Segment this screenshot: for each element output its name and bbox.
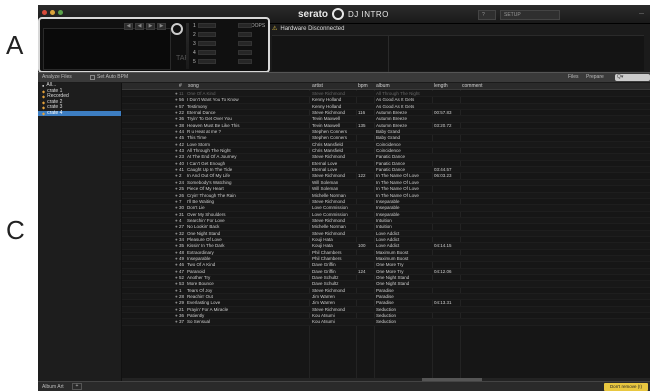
column-header-song[interactable]: song — [188, 83, 199, 90]
close-window-button[interactable] — [42, 10, 47, 15]
crate-sidebar: ● All... ◆ crate 1 ◆ Recorded ◆ crate 2 ◆ cra… — [38, 82, 122, 381]
brand-name: serato — [298, 8, 329, 20]
set-auto-bpm-label: Set Auto BPM — [97, 74, 129, 80]
window-controls — [42, 10, 63, 15]
prepare-button[interactable]: Prepare — [586, 74, 604, 80]
table-header: # song artist bpm album length comment — [122, 83, 650, 90]
forward-icon[interactable]: ▶ — [146, 23, 155, 30]
loop-slot-number: 1 — [193, 23, 196, 29]
warning-icon: ⚠ — [272, 26, 278, 32]
loop-toggle[interactable] — [238, 32, 252, 37]
serato-logo-icon — [332, 8, 345, 20]
loop-slot[interactable] — [198, 23, 216, 28]
files-button[interactable]: Files — [568, 74, 579, 80]
library-toolbar: Analyze Files Set Auto BPM Files Prepare… — [38, 72, 650, 82]
help-button[interactable]: ? — [478, 10, 496, 20]
loop-toggle[interactable] — [238, 59, 252, 64]
loop-slot[interactable] — [198, 32, 216, 37]
analyze-files-button[interactable]: Analyze Files — [42, 74, 72, 80]
table-row[interactable]: ● 37 So Sensual Kou Atsumi Seduction — [122, 319, 650, 326]
warning-badge: Don't remove (!) — [604, 383, 648, 391]
bottom-bar: Album Art + Don't remove (!) — [38, 381, 650, 391]
column-header-length[interactable]: length — [434, 83, 448, 90]
loop-slot-number: 3 — [193, 41, 196, 47]
loop-slot-number: 4 — [193, 50, 196, 56]
app-brand: serato DJ INTRO — [298, 8, 389, 20]
sidebar-item-crate-4[interactable]: ◆ crate 4 — [38, 109, 121, 116]
column-header-comment[interactable]: comment — [462, 83, 483, 90]
cell-artist: Kou Atsumi — [312, 319, 335, 325]
serato-app-window: serato DJ INTRO ? SETUP — ◀ ◀ ▶ ▶ TAP LO… — [38, 5, 650, 391]
hardware-status: ⚠ Hardware Disconnected — [272, 25, 345, 33]
hardware-status-text: Hardware Disconnected — [280, 25, 345, 32]
brand-product: DJ INTRO — [348, 9, 389, 19]
pitch-knob-icon[interactable] — [171, 23, 183, 35]
cell-album: Seduction — [376, 319, 397, 325]
collapse-button[interactable]: — — [636, 10, 646, 20]
set-auto-bpm-checkbox[interactable] — [90, 75, 95, 80]
panel-divider — [388, 36, 389, 72]
deck-region: ◀ ◀ ▶ ▶ TAP LOOPS 1 2 3 4 5 — [38, 17, 270, 73]
loop-slot[interactable] — [198, 41, 216, 46]
loop-slot[interactable] — [198, 50, 216, 55]
transport-controls: ◀ ◀ ▶ ▶ — [124, 23, 166, 30]
loop-slot-number: 2 — [193, 32, 196, 38]
track-table: # song artist bpm album length comment ●… — [122, 83, 650, 381]
prev-icon[interactable]: ◀ — [124, 23, 133, 30]
column-header-num[interactable]: # — [179, 83, 182, 90]
add-crate-button[interactable]: + — [72, 383, 82, 390]
album-art-toggle[interactable]: Album Art — [42, 384, 64, 390]
setup-button[interactable]: SETUP — [500, 10, 560, 20]
play-icon[interactable]: ▶ — [157, 23, 166, 30]
crate-icon: ◆ — [42, 110, 46, 116]
cell-song: So Sensual — [187, 319, 211, 325]
callout-label-c: C — [6, 215, 25, 245]
loop-toggle[interactable] — [238, 41, 252, 46]
loop-toggle[interactable] — [238, 23, 252, 28]
track-rows: ● 11 One Of A Kind Steve Richmond All Throug… — [122, 91, 650, 326]
maximize-window-button[interactable] — [58, 10, 63, 15]
rewind-icon[interactable]: ◀ — [135, 23, 144, 30]
overview-panel — [272, 35, 644, 72]
level-meter — [186, 23, 189, 69]
sidebar-item-label: crate 4 — [47, 109, 63, 116]
loop-toggle[interactable] — [238, 50, 252, 55]
callout-label-a: A — [6, 30, 24, 60]
search-input[interactable]: Q▾ — [615, 74, 650, 81]
column-header-bpm[interactable]: bpm — [358, 83, 368, 90]
deck-waveform-display — [43, 28, 171, 70]
column-header-artist[interactable]: artist — [312, 83, 323, 90]
loop-slot[interactable] — [198, 59, 216, 64]
minimize-window-button[interactable] — [50, 10, 55, 15]
loop-slot-number: 5 — [193, 59, 196, 65]
column-header-album[interactable]: album — [376, 83, 390, 90]
